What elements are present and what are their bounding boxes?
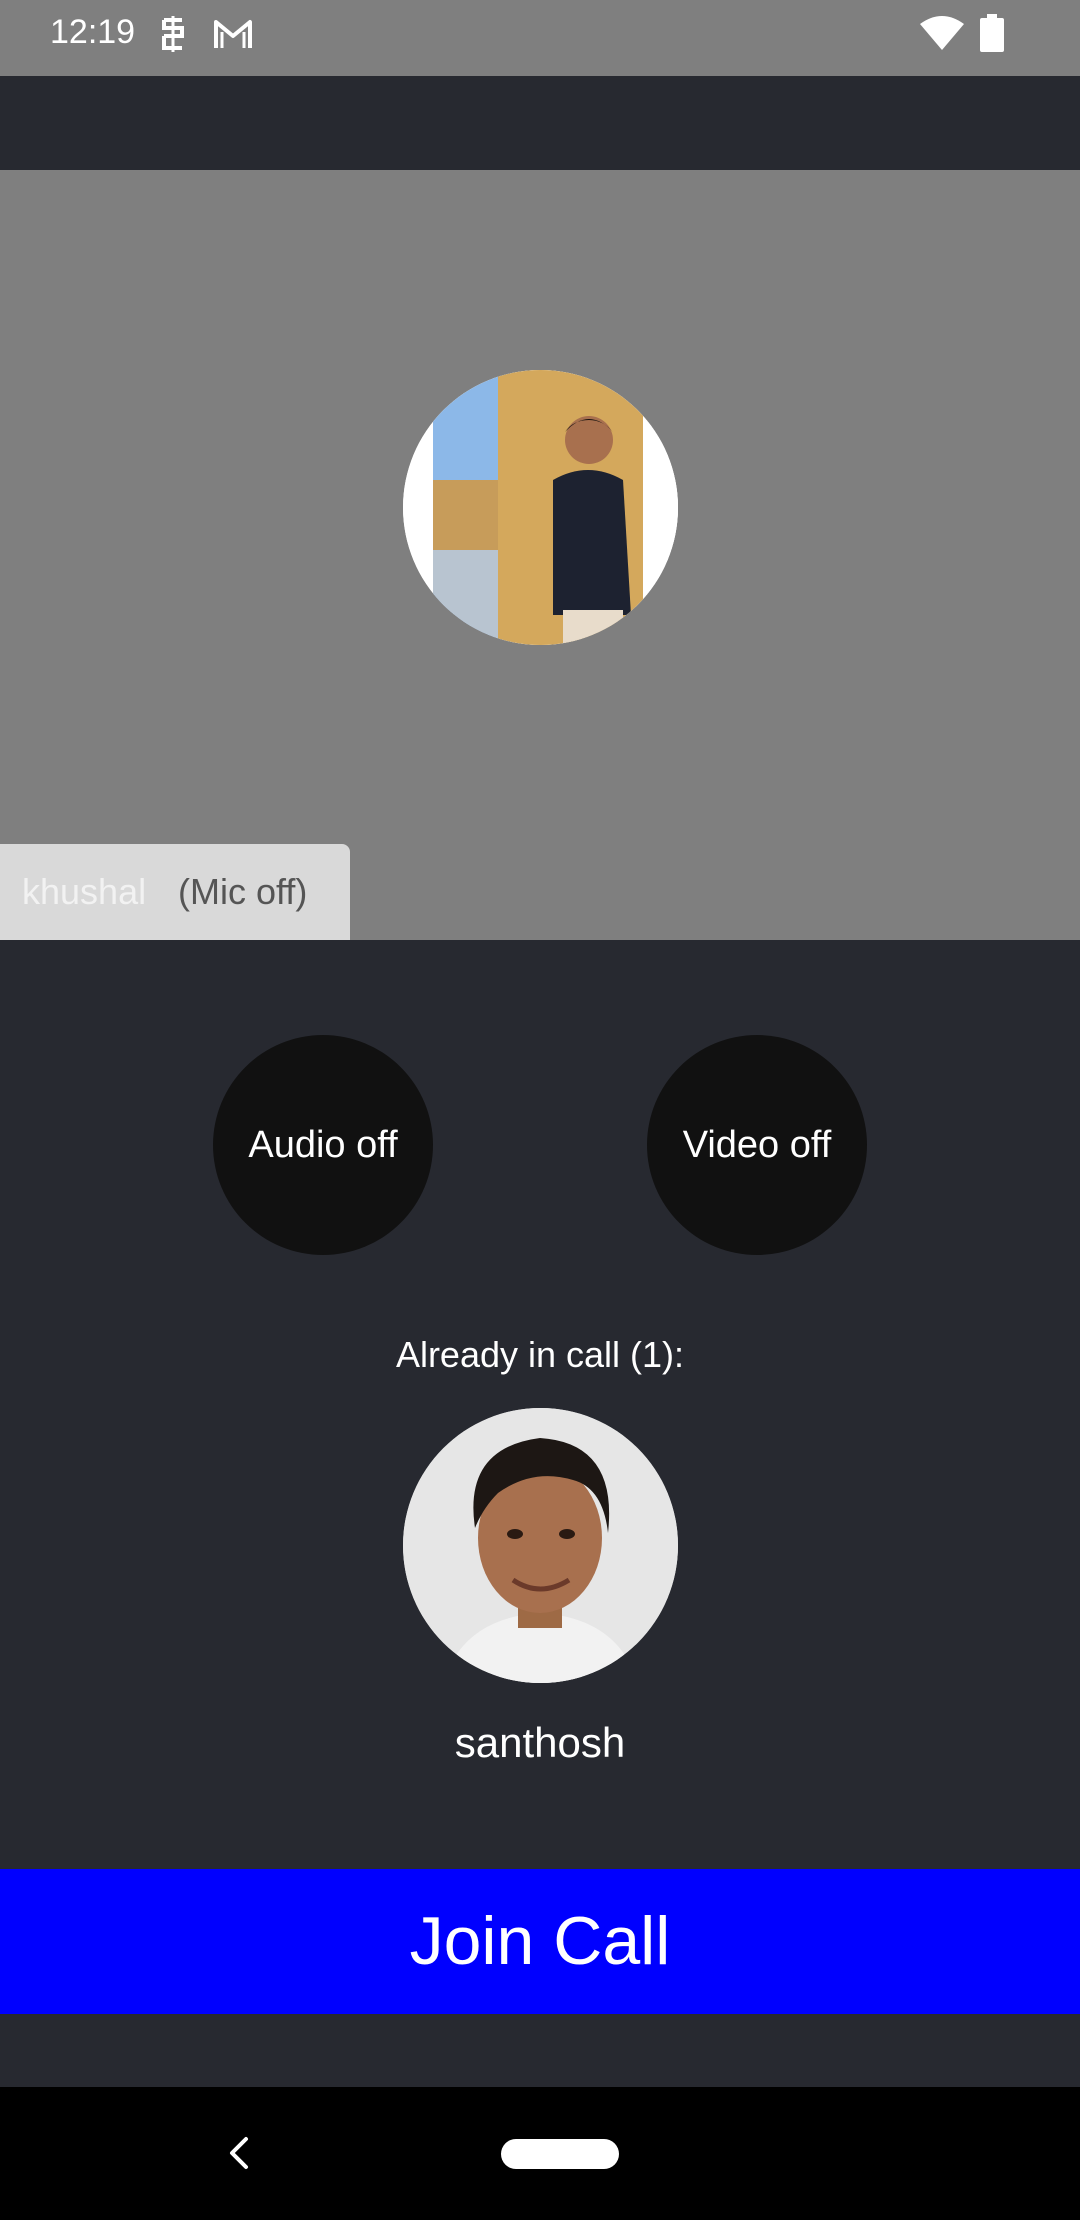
navigation-bar <box>0 2087 1080 2220</box>
status-bar: 12:19 <box>0 0 1080 76</box>
self-avatar <box>403 370 678 645</box>
status-time: 12:19 <box>50 13 136 51</box>
self-name: khushal <box>22 871 147 912</box>
battery-icon <box>980 14 1004 57</box>
top-bar <box>0 76 1080 170</box>
back-icon[interactable] <box>222 2133 256 2178</box>
video-toggle-button[interactable]: Video off <box>647 1035 867 1255</box>
self-name-tag: khushal (Mic off) <box>0 844 350 940</box>
wifi-icon <box>920 16 964 57</box>
gmail-icon <box>212 14 254 59</box>
already-in-call-heading: Already in call (1): <box>395 1334 685 1375</box>
participant-avatar <box>403 1408 678 1683</box>
audio-toggle-button[interactable]: Audio off <box>213 1035 433 1255</box>
self-preview: khushal (Mic off) <box>0 170 1080 940</box>
mic-status: (Mic off) <box>178 871 308 912</box>
sim-icon <box>156 14 190 59</box>
join-call-button[interactable]: Join Call <box>0 1869 1080 2014</box>
participant-name: santhosh <box>454 1719 626 1766</box>
home-pill-icon[interactable] <box>501 2139 619 2169</box>
